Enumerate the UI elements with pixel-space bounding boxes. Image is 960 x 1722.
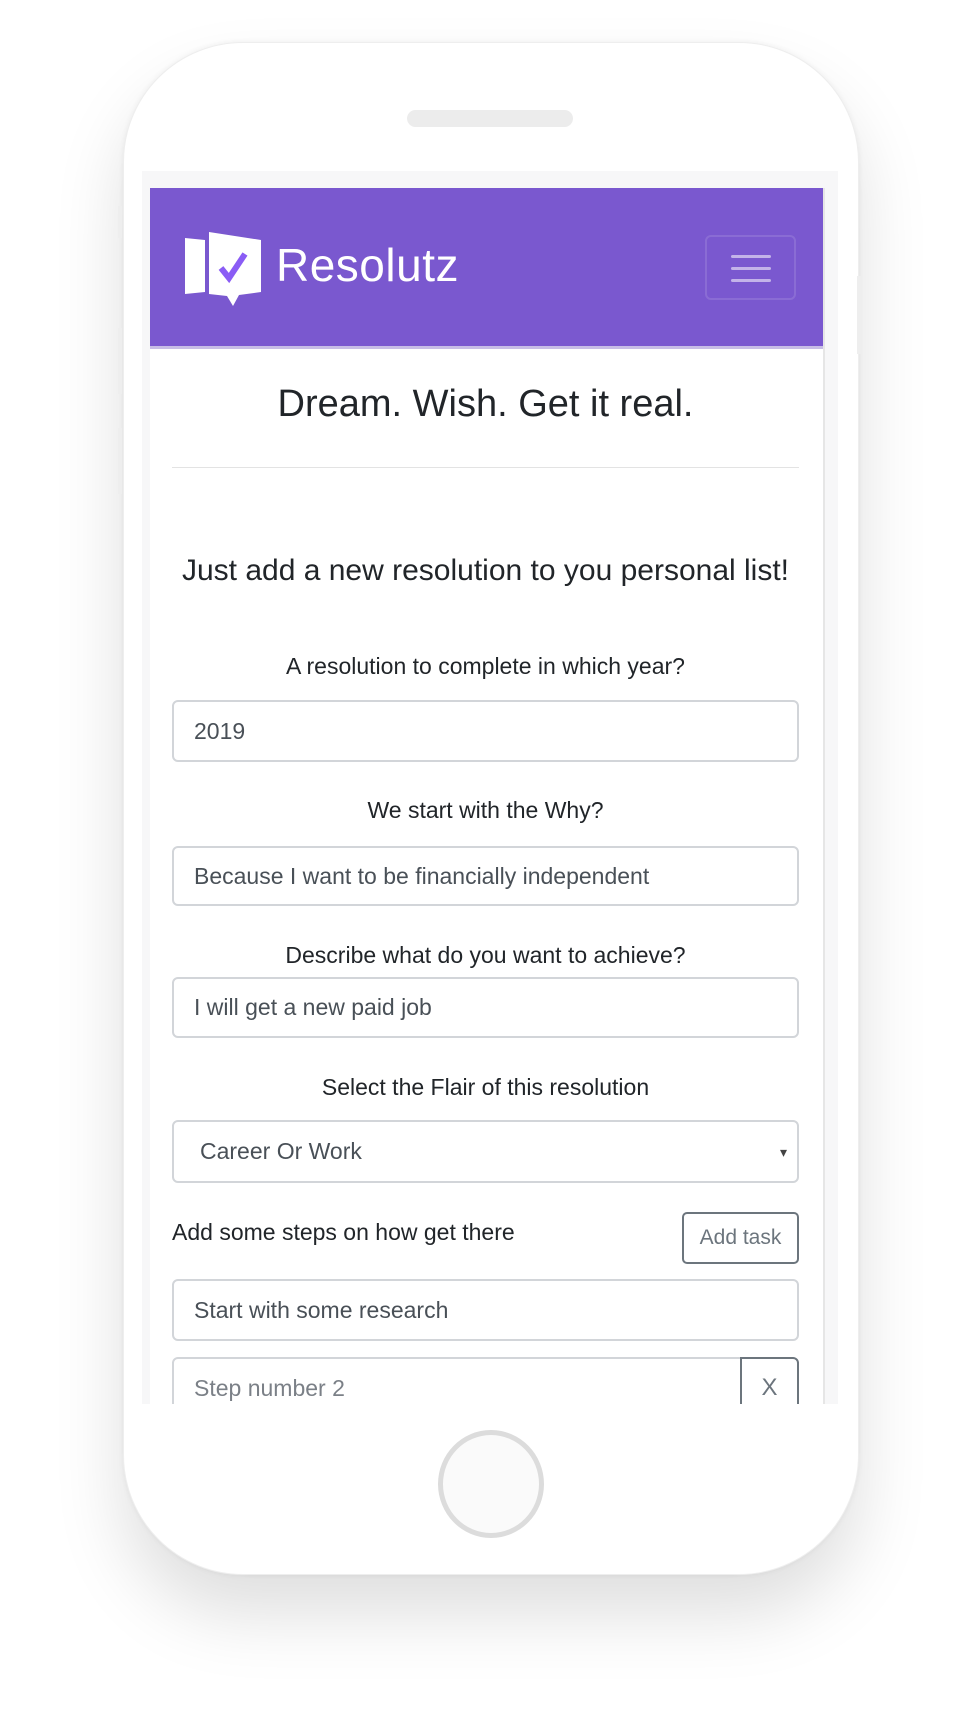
divider bbox=[172, 467, 799, 468]
why-label: We start with the Why? bbox=[367, 797, 604, 823]
hamburger-icon-line bbox=[731, 267, 771, 270]
remove-step-button[interactable]: X bbox=[740, 1357, 799, 1404]
web-page: Resolutz Dream. Wish. Get it real. Just … bbox=[150, 188, 825, 1404]
phone-power-button bbox=[857, 276, 861, 354]
brand-name[interactable]: Resolutz bbox=[276, 238, 459, 292]
hamburger-icon bbox=[731, 255, 771, 258]
add-task-button[interactable]: Add task bbox=[682, 1212, 799, 1264]
flair-select[interactable]: Career Or Work ▾ bbox=[172, 1120, 799, 1183]
why-input[interactable]: Because I want to be financially indepen… bbox=[172, 846, 799, 906]
phone-volume-up bbox=[118, 328, 122, 394]
step-input-2[interactable]: Step number 2 bbox=[172, 1357, 742, 1404]
phone-screen: Resolutz Dream. Wish. Get it real. Just … bbox=[142, 171, 838, 1404]
phone-mute-switch bbox=[118, 206, 122, 238]
step-2-placeholder: Step number 2 bbox=[194, 1374, 345, 1401]
page-tagline: Dream. Wish. Get it real. bbox=[277, 383, 694, 425]
chevron-down-icon: ▾ bbox=[779, 1144, 787, 1160]
phone-volume-down bbox=[118, 428, 122, 494]
describe-label: Describe what do you want to achieve? bbox=[285, 942, 686, 968]
flag-check-logo-icon bbox=[185, 232, 261, 306]
navbar: Resolutz bbox=[150, 188, 823, 349]
form-heading: Just add a new resolution to you persona… bbox=[181, 554, 790, 587]
hamburger-icon-line bbox=[731, 279, 771, 282]
year-label: A resolution to complete in which year? bbox=[286, 653, 685, 679]
menu-toggle-button[interactable] bbox=[705, 235, 796, 300]
describe-value: I will get a new paid job bbox=[194, 994, 432, 1020]
step-1-value: Start with some research bbox=[194, 1296, 449, 1323]
phone-home-button bbox=[438, 1430, 544, 1538]
steps-label: Add some steps on how get there bbox=[172, 1219, 515, 1245]
describe-input[interactable]: I will get a new paid job bbox=[172, 977, 799, 1038]
year-value: 2019 bbox=[194, 717, 246, 744]
flair-selected: Career Or Work bbox=[200, 1138, 362, 1164]
flair-label: Select the Flair of this resolution bbox=[321, 1074, 650, 1100]
step-input-1[interactable]: Start with some research bbox=[172, 1279, 799, 1341]
phone-speaker bbox=[407, 110, 573, 127]
why-value: Because I want to be financially indepen… bbox=[194, 862, 650, 889]
year-input[interactable]: 2019 bbox=[172, 700, 799, 762]
